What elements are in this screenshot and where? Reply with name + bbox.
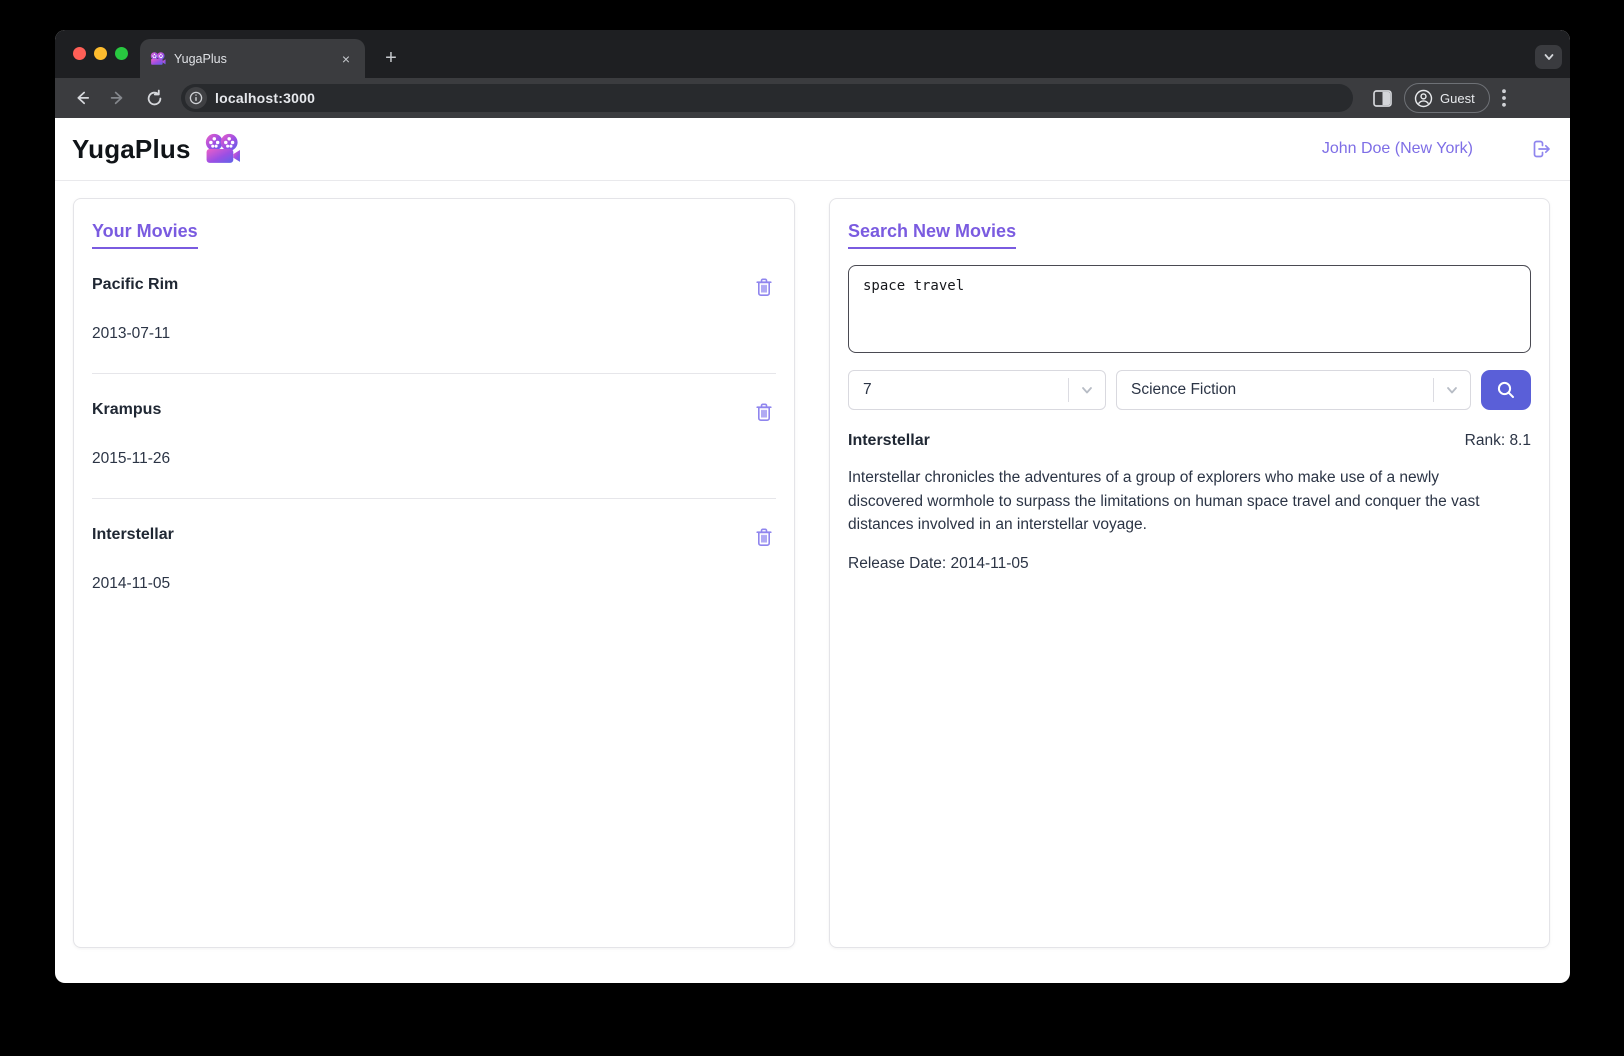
tab-strip: YugaPlus × + (55, 30, 1570, 78)
tab-search-button[interactable] (1535, 45, 1562, 69)
result-release-date: Release Date: 2014-11-05 (848, 555, 1531, 573)
search-query-input[interactable]: space travel (848, 265, 1531, 353)
favicon-movie-camera-icon (150, 51, 166, 67)
forward-arrow-icon (108, 88, 128, 108)
browser-tab[interactable]: YugaPlus × (140, 39, 365, 78)
your-movies-title: Your Movies (92, 221, 198, 249)
browser-toolbar: localhost:3000 Guest (55, 78, 1570, 118)
your-movies-list: Pacific Rim 2013-07-11 (92, 249, 776, 623)
rank-select-value: 7 (849, 381, 1068, 399)
traffic-lights (73, 47, 128, 60)
close-window-button[interactable] (73, 47, 86, 60)
browser-window: YugaPlus × + localhost:3000 Gues (55, 30, 1570, 983)
side-panel-button[interactable] (1373, 90, 1392, 107)
movie-release-date: 2013-07-11 (92, 325, 776, 343)
profile-button[interactable]: Guest (1404, 83, 1490, 113)
guest-avatar-icon (1414, 89, 1433, 108)
url-text[interactable]: localhost:3000 (215, 90, 315, 106)
result-rank: Rank: 8.1 (1465, 432, 1531, 450)
app-brand: YugaPlus (72, 133, 241, 166)
movie-camera-logo-icon (204, 133, 241, 166)
movie-list-item: Interstellar 2014-11-05 (92, 499, 776, 623)
back-button[interactable] (67, 83, 97, 113)
movie-title: Interstellar (92, 526, 174, 544)
delete-movie-button[interactable] (752, 526, 776, 548)
site-info-button[interactable] (185, 87, 207, 109)
search-panel: Search New Movies space travel 7 Science… (829, 198, 1550, 948)
tab-close-icon[interactable]: × (337, 49, 355, 69)
your-movies-panel: Your Movies Pacific Rim 2 (73, 198, 795, 948)
movie-title: Pacific Rim (92, 276, 178, 294)
zoom-window-button[interactable] (115, 47, 128, 60)
new-tab-button[interactable]: + (377, 44, 405, 72)
trash-icon (754, 276, 774, 298)
result-description: Interstellar chronicles the adventures o… (848, 466, 1496, 537)
search-button[interactable] (1481, 370, 1531, 410)
app-header: YugaPlus John Doe (New York) (55, 118, 1570, 181)
movie-title: Krampus (92, 401, 161, 419)
toolbar-right: Guest (1373, 83, 1506, 113)
search-icon (1495, 379, 1517, 401)
movie-list-item: Krampus 2015-11-26 (92, 374, 776, 499)
brand-name: YugaPlus (72, 134, 191, 165)
back-arrow-icon (72, 88, 92, 108)
browser-menu-button[interactable] (1502, 89, 1506, 107)
result-title: Interstellar (848, 432, 930, 450)
movie-release-date: 2014-11-05 (92, 575, 776, 593)
search-panel-title: Search New Movies (848, 221, 1016, 249)
movie-release-date: 2015-11-26 (92, 450, 776, 468)
logout-icon[interactable] (1529, 137, 1553, 161)
reload-button[interactable] (139, 83, 169, 113)
chevron-down-icon (1543, 51, 1555, 63)
header-right: John Doe (New York) (1322, 137, 1553, 161)
delete-movie-button[interactable] (752, 401, 776, 423)
main-content: Your Movies Pacific Rim 2 (55, 181, 1570, 948)
rank-select[interactable]: 7 (848, 370, 1106, 410)
reload-icon (145, 89, 164, 108)
minimize-window-button[interactable] (94, 47, 107, 60)
category-select[interactable]: Science Fiction (1116, 370, 1471, 410)
category-select-value: Science Fiction (1117, 381, 1433, 399)
search-result: Interstellar Rank: 8.1 (848, 432, 1531, 450)
trash-icon (754, 401, 774, 423)
info-icon (189, 91, 203, 105)
trash-icon (754, 526, 774, 548)
chevron-down-icon (1080, 383, 1094, 397)
delete-movie-button[interactable] (752, 276, 776, 298)
address-bar[interactable]: localhost:3000 (181, 84, 1353, 112)
profile-label: Guest (1440, 91, 1475, 106)
movie-list-item: Pacific Rim 2013-07-11 (92, 249, 776, 374)
user-profile-link[interactable]: John Doe (New York) (1322, 140, 1473, 158)
chevron-down-icon (1445, 383, 1459, 397)
tab-title: YugaPlus (174, 52, 329, 66)
search-controls: 7 Science Fiction (848, 370, 1531, 410)
forward-button[interactable] (103, 83, 133, 113)
